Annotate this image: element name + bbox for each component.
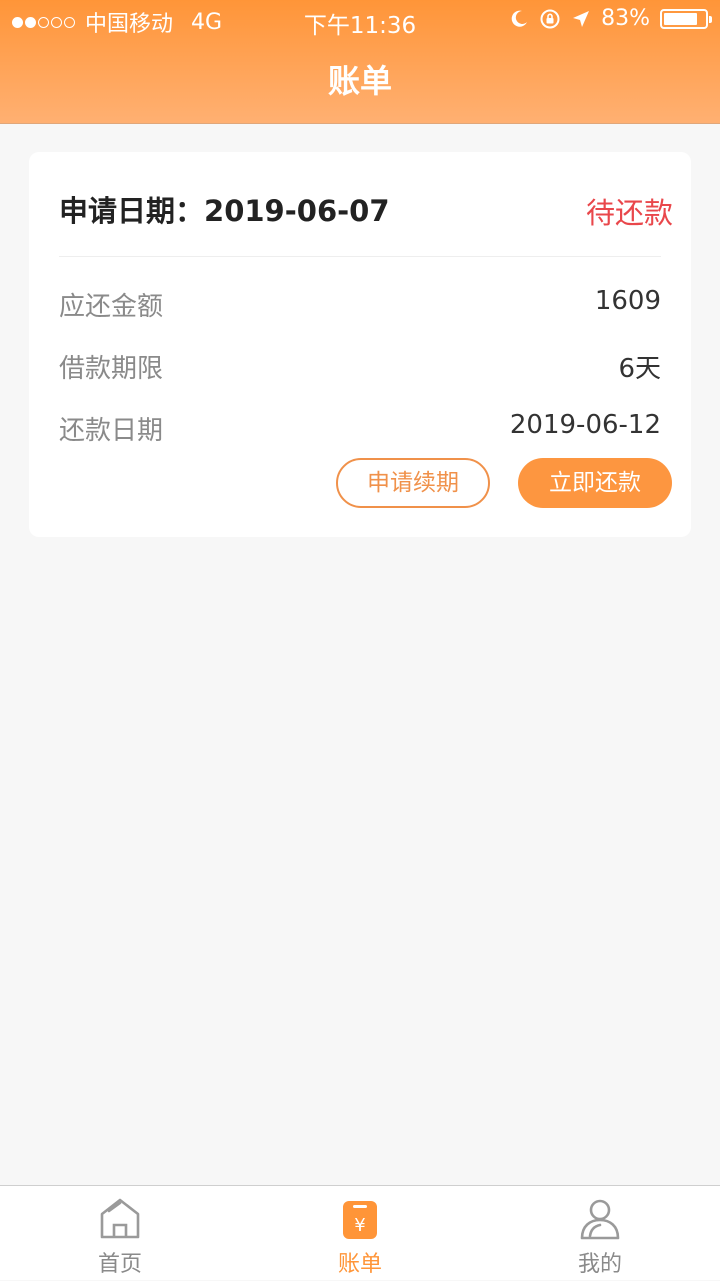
tab-home[interactable]: 首页 <box>0 1186 240 1281</box>
rotation-lock-icon <box>540 9 560 28</box>
app-header: 中国移动 4G 下午11:36 83% 账单 <box>0 0 720 124</box>
moon-icon <box>511 10 528 27</box>
apply-renewal-button[interactable]: 申请续期 <box>336 458 490 508</box>
battery-percent: 83% <box>601 6 650 31</box>
user-icon <box>580 1199 620 1240</box>
amount-due-label: 应还金额 <box>59 292 164 322</box>
page-title: 账单 <box>327 62 392 100</box>
apply-date-label: 申请日期： <box>59 194 205 228</box>
amount-due-row: 应还金额 1609 <box>59 286 661 326</box>
repay-date-row: 还款日期 2019-06-12 <box>59 410 661 450</box>
home-icon <box>100 1198 140 1239</box>
status-bar: 中国移动 4G 下午11:36 83% <box>0 0 720 40</box>
bill-card: 申请日期：2019-06-07 待还款 应还金额 1609 借款期限 6天 还款… <box>29 152 691 537</box>
bill-card-header: 申请日期：2019-06-07 待还款 <box>59 188 673 232</box>
pay-now-button[interactable]: 立即还款 <box>518 458 672 508</box>
tab-home-label: 首页 <box>97 1252 142 1277</box>
battery-cap <box>709 15 712 23</box>
battery-level <box>664 12 697 25</box>
loan-term-value: 6天 <box>618 354 661 384</box>
loan-term-row: 借款期限 6天 <box>59 348 661 388</box>
loan-term-label: 借款期限 <box>59 354 164 384</box>
repay-date-label: 还款日期 <box>59 416 164 446</box>
divider <box>59 256 661 257</box>
battery-icon <box>660 8 712 29</box>
tab-bill[interactable]: ¥ 账单 <box>240 1186 480 1281</box>
svg-text:¥: ¥ <box>354 1215 365 1236</box>
status-badge: 待还款 <box>585 196 673 230</box>
location-arrow-icon <box>573 10 590 27</box>
tab-bar: 首页 ¥ 账单 我的 <box>0 1185 720 1280</box>
tab-mine-label: 我的 <box>577 1252 622 1277</box>
bill-icon: ¥ <box>343 1201 377 1239</box>
repay-date-value: 2019-06-12 <box>509 410 661 440</box>
status-right: 83% <box>509 6 712 31</box>
apply-date-value: 2019-06-07 <box>204 194 390 228</box>
tab-mine[interactable]: 我的 <box>480 1186 720 1281</box>
tab-bill-label: 账单 <box>337 1252 382 1277</box>
amount-due-value: 1609 <box>594 286 661 316</box>
